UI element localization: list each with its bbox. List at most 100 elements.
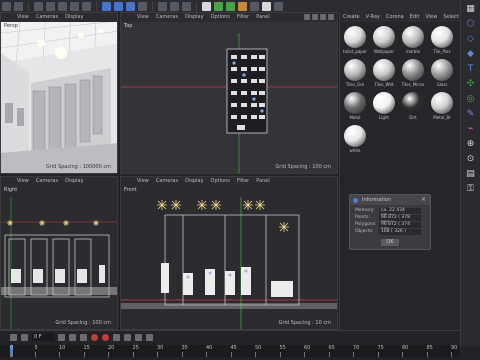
position-key-icon[interactable] [124, 333, 131, 341]
render-settings-icon[interactable] [182, 1, 191, 11]
menu-vray[interactable]: V-Ray [366, 12, 380, 22]
menu-options[interactable]: Options [211, 13, 230, 22]
menu-view[interactable]: View [17, 177, 29, 186]
material-swatch[interactable]: Wallpaper [371, 26, 397, 54]
menu-cameras[interactable]: Cameras [156, 13, 178, 22]
menu-options[interactable]: Options [211, 177, 230, 186]
menu-edit[interactable]: Edit [410, 12, 420, 22]
menu-view[interactable]: View [137, 177, 149, 186]
next-key-icon[interactable] [69, 333, 76, 341]
keyframe-selection-icon[interactable] [113, 333, 120, 341]
menu-panel[interactable]: Panel [256, 177, 270, 186]
play-icon[interactable] [58, 333, 65, 341]
grid-spacing-label: Grid Spacing : 100 cm [55, 320, 111, 326]
camera-icon[interactable] [262, 1, 271, 11]
light-icon[interactable] [274, 1, 283, 11]
points-mode-icon[interactable]: ⬡ [465, 19, 476, 30]
menu-view[interactable]: View [425, 12, 437, 22]
menu-display[interactable]: Display [185, 13, 203, 22]
prev-key-icon[interactable] [21, 333, 28, 341]
snap-icon[interactable]: ✣ [465, 79, 476, 90]
uv-icon[interactable]: ⊙ [465, 154, 476, 165]
menu-display[interactable]: Display [65, 13, 83, 22]
material-swatch[interactable]: Metal [342, 92, 368, 120]
menu-create[interactable]: Create [343, 12, 360, 22]
menu-cameras[interactable]: Cameras [156, 177, 178, 186]
deformer-icon[interactable] [238, 1, 247, 11]
perspective-viewport[interactable]: View Cameras Display Persp Grid Spacing … [0, 12, 118, 174]
undo-icon[interactable] [2, 1, 11, 11]
menu-view[interactable]: View [17, 13, 29, 22]
rotate-icon[interactable] [70, 1, 79, 11]
menu-corona[interactable]: Corona [386, 12, 404, 22]
material-swatch[interactable]: Dirt [400, 92, 426, 120]
move-icon[interactable] [46, 1, 55, 11]
material-swatch[interactable]: Tiles_Gre [342, 59, 368, 87]
material-label: white [349, 148, 361, 153]
top-viewport[interactable]: View Cameras Display Options Filter Pane… [120, 12, 338, 174]
material-swatch[interactable]: Metal_Br [429, 92, 455, 120]
right-viewport[interactable]: View Cameras Display Right Grid Spacing … [0, 176, 118, 330]
current-frame-field[interactable]: 0 F [32, 333, 54, 341]
coordinate-system-icon[interactable] [138, 1, 147, 11]
last-frame-icon[interactable] [80, 333, 87, 341]
material-swatch[interactable]: white [342, 125, 368, 153]
zoom-icon[interactable] [312, 14, 318, 20]
front-viewport[interactable]: View Cameras Display Options Filter Pane… [120, 176, 338, 330]
select-icon[interactable] [34, 1, 43, 11]
ok-button[interactable]: OK [381, 239, 399, 246]
material-swatch[interactable]: marble [400, 26, 426, 54]
orbit-icon[interactable] [320, 14, 326, 20]
timeline-ruler[interactable]: 0 5 10 15 20 25 30 35 40 45 50 55 60 65 70 75 80 85 90 [0, 345, 460, 357]
render-view-icon[interactable] [158, 1, 167, 11]
sculpt-icon[interactable]: ⊕ [465, 139, 476, 150]
menu-cameras[interactable]: Cameras [36, 177, 58, 186]
menu-panel[interactable]: Panel [256, 13, 270, 22]
material-swatch[interactable]: Light [371, 92, 397, 120]
subdivision-icon[interactable] [214, 1, 223, 11]
scale-icon[interactable] [58, 1, 67, 11]
live-select-icon[interactable] [82, 1, 91, 11]
z-axis-icon[interactable] [126, 1, 135, 11]
material-swatch[interactable]: toilet_paper [342, 26, 368, 54]
edges-mode-icon[interactable]: ◇ [465, 34, 476, 45]
render-picture-icon[interactable] [170, 1, 179, 11]
pan-icon[interactable] [304, 14, 310, 20]
menu-filter[interactable]: Filter [237, 177, 249, 186]
app-window: View Cameras Display Persp Grid Spacing … [0, 0, 480, 360]
material-swatch[interactable]: Tiles_Wht [371, 59, 397, 87]
axis-icon[interactable]: ◎ [465, 94, 476, 105]
menu-filter[interactable]: Filter [237, 13, 249, 22]
rotation-key-icon[interactable] [135, 333, 142, 341]
menu-display[interactable]: Display [65, 177, 83, 186]
first-frame-icon[interactable] [10, 333, 17, 341]
maximize-icon[interactable] [328, 14, 334, 20]
polygons-mode-icon[interactable]: ◆ [465, 49, 476, 60]
model-mode-icon[interactable]: ▦ [465, 4, 476, 15]
x-axis-icon[interactable] [102, 1, 111, 11]
dialog-title-bar[interactable]: Information × [350, 195, 430, 205]
menu-display[interactable]: Display [185, 177, 203, 186]
material-swatch[interactable]: Glass [429, 59, 455, 87]
workplane-icon[interactable]: ▤ [465, 169, 476, 180]
redo-icon[interactable] [14, 1, 23, 11]
brush-icon[interactable]: ✎ [465, 109, 476, 120]
material-swatch[interactable]: Tiles_Mirror [400, 59, 426, 87]
material-grid: toilet_paper Wallpaper marble Tile_Plas Tile… [340, 22, 460, 157]
menu-select[interactable]: Select [443, 12, 458, 22]
menu-view[interactable]: View [137, 13, 149, 22]
knife-icon[interactable]: ⌁ [465, 124, 476, 135]
floor-icon[interactable] [250, 1, 259, 11]
cloner-icon[interactable] [226, 1, 235, 11]
menu-cameras[interactable]: Cameras [36, 13, 58, 22]
material-swatch[interactable]: Tile_Plas [429, 26, 455, 54]
autokey-icon[interactable] [102, 333, 109, 341]
text-tool-icon[interactable]: T [465, 64, 476, 75]
lock-icon[interactable]: ⚿ [465, 184, 476, 195]
record-icon[interactable] [91, 333, 98, 341]
y-axis-icon[interactable] [114, 1, 123, 11]
cube-icon[interactable] [202, 1, 211, 11]
close-button[interactable]: × [421, 195, 426, 205]
scale-key-icon[interactable] [146, 333, 153, 341]
material-preview [431, 92, 453, 114]
